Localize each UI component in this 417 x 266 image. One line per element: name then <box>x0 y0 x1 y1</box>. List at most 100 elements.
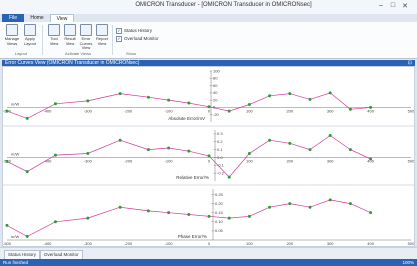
data-point <box>86 99 90 103</box>
series-line <box>6 135 371 178</box>
data-point <box>53 220 57 224</box>
error-curves-view-button[interactable]: Error Curves View <box>78 24 94 50</box>
x-tick-label: 500 <box>408 158 414 163</box>
x-tick-label: 0 <box>208 158 211 163</box>
apply-layout-button[interactable]: Apply Layout <box>22 24 38 50</box>
error-curves-panel: -500-400-300-200-10001002003004005001008… <box>2 66 415 247</box>
y-tick-label: 0.1 <box>217 147 223 152</box>
x-tick-label: -100 <box>165 158 174 163</box>
data-point <box>268 94 272 98</box>
data-point <box>268 138 272 142</box>
series-line <box>6 199 371 237</box>
data-point <box>118 92 122 96</box>
data-point <box>53 153 57 157</box>
x-tick-label: 0 <box>208 108 211 113</box>
status-bar: Run finished 100% <box>0 259 417 266</box>
overload-monitor-checkbox[interactable]: ✓ Overload Monitor <box>116 36 159 42</box>
data-point <box>227 216 231 220</box>
group-activate-views: Activate Views <box>65 51 91 56</box>
manage-views-icon <box>6 24 18 36</box>
data-point <box>25 234 29 238</box>
data-point <box>348 148 352 152</box>
ribbon-separator <box>42 25 43 55</box>
data-point <box>167 98 171 102</box>
ribbon-separator <box>112 25 113 55</box>
data-point <box>187 149 191 153</box>
status-history-checkbox[interactable]: ✓ Status History <box>116 28 152 34</box>
status-text: Run finished <box>3 260 29 265</box>
y-tick-label: 0.0 <box>217 155 223 160</box>
y-tick-label: 20 <box>213 97 218 102</box>
data-point <box>25 116 29 120</box>
y-tick-label: 0.20 <box>215 201 224 206</box>
x-tick-label: -300 <box>84 241 93 246</box>
data-point <box>369 157 373 161</box>
data-point <box>146 209 150 213</box>
data-point <box>308 97 312 101</box>
x-tick-label: -500 <box>3 241 12 246</box>
chart-label: Absolute Error/mV <box>168 116 205 121</box>
minimize-icon[interactable]: – <box>376 2 386 9</box>
data-point <box>369 211 373 215</box>
x-tick-label: 0 <box>208 241 211 246</box>
data-point <box>118 138 122 142</box>
ribbon: Manage Views Apply Layout Layout Tool Vi… <box>0 22 417 59</box>
data-point <box>348 202 352 206</box>
y-tick-label: 40 <box>213 90 218 95</box>
result-view-button[interactable]: Result View <box>62 24 78 50</box>
data-point <box>167 146 171 150</box>
y-tick-label: 0.3 <box>217 131 223 136</box>
data-point <box>5 223 9 227</box>
data-point <box>288 92 292 96</box>
y-axis-label: m/W <box>11 234 19 239</box>
chart-label: Phase Error/% <box>178 234 207 239</box>
data-point <box>328 91 332 95</box>
report-view-button[interactable]: Report View <box>94 24 110 50</box>
data-point <box>247 214 251 218</box>
data-point <box>167 211 171 215</box>
x-tick-label: -300 <box>84 158 93 163</box>
group-layout: Layout <box>14 51 27 56</box>
y-tick-label: 0.2 <box>217 139 223 144</box>
error-curves-icon <box>80 24 92 36</box>
data-point <box>227 109 231 113</box>
y-tick-label: 80 <box>213 76 218 81</box>
x-tick-label: -200 <box>124 108 133 113</box>
y-tick-label: 100 <box>213 68 220 73</box>
data-point <box>288 141 292 145</box>
group-show: Show <box>125 51 136 56</box>
y-tick-label: 0.25 <box>215 192 224 197</box>
tool-view-button[interactable]: Tool View <box>46 24 62 50</box>
x-tick-label: -200 <box>124 241 133 246</box>
x-tick-label: -300 <box>84 108 93 113</box>
tool-view-icon <box>48 24 60 36</box>
tab-home[interactable]: Home <box>26 14 48 22</box>
data-point <box>227 175 231 179</box>
data-point <box>288 202 292 206</box>
x-tick-label: -100 <box>165 108 174 113</box>
apply-layout-icon <box>24 24 36 36</box>
x-tick-label: 300 <box>327 241 334 246</box>
close-icon[interactable]: ✕ <box>400 2 410 10</box>
data-point <box>247 152 251 156</box>
x-tick-label: 200 <box>286 158 293 163</box>
window-title: OMICRON Transducer - [OMICRON Transducer… <box>135 2 312 8</box>
data-point <box>348 107 352 111</box>
y-tick-label: 0.10 <box>215 219 224 224</box>
x-tick-label: 100 <box>246 241 253 246</box>
checkbox-checked-icon: ✓ <box>116 28 122 34</box>
maximize-icon[interactable]: □ <box>388 2 398 9</box>
data-point <box>207 214 211 218</box>
tab-file[interactable]: File <box>2 14 24 22</box>
tab-view[interactable]: View <box>50 14 74 22</box>
data-point <box>369 105 373 109</box>
data-point <box>207 105 211 109</box>
data-point <box>5 109 9 113</box>
manage-views-button[interactable]: Manage Views <box>4 24 20 50</box>
x-tick-label: 100 <box>246 108 253 113</box>
data-point <box>187 213 191 216</box>
data-point <box>53 102 57 106</box>
y-tick-label: 60 <box>213 83 218 88</box>
x-tick-label: 400 <box>367 241 374 246</box>
y-axis-label: m/W <box>11 101 19 106</box>
